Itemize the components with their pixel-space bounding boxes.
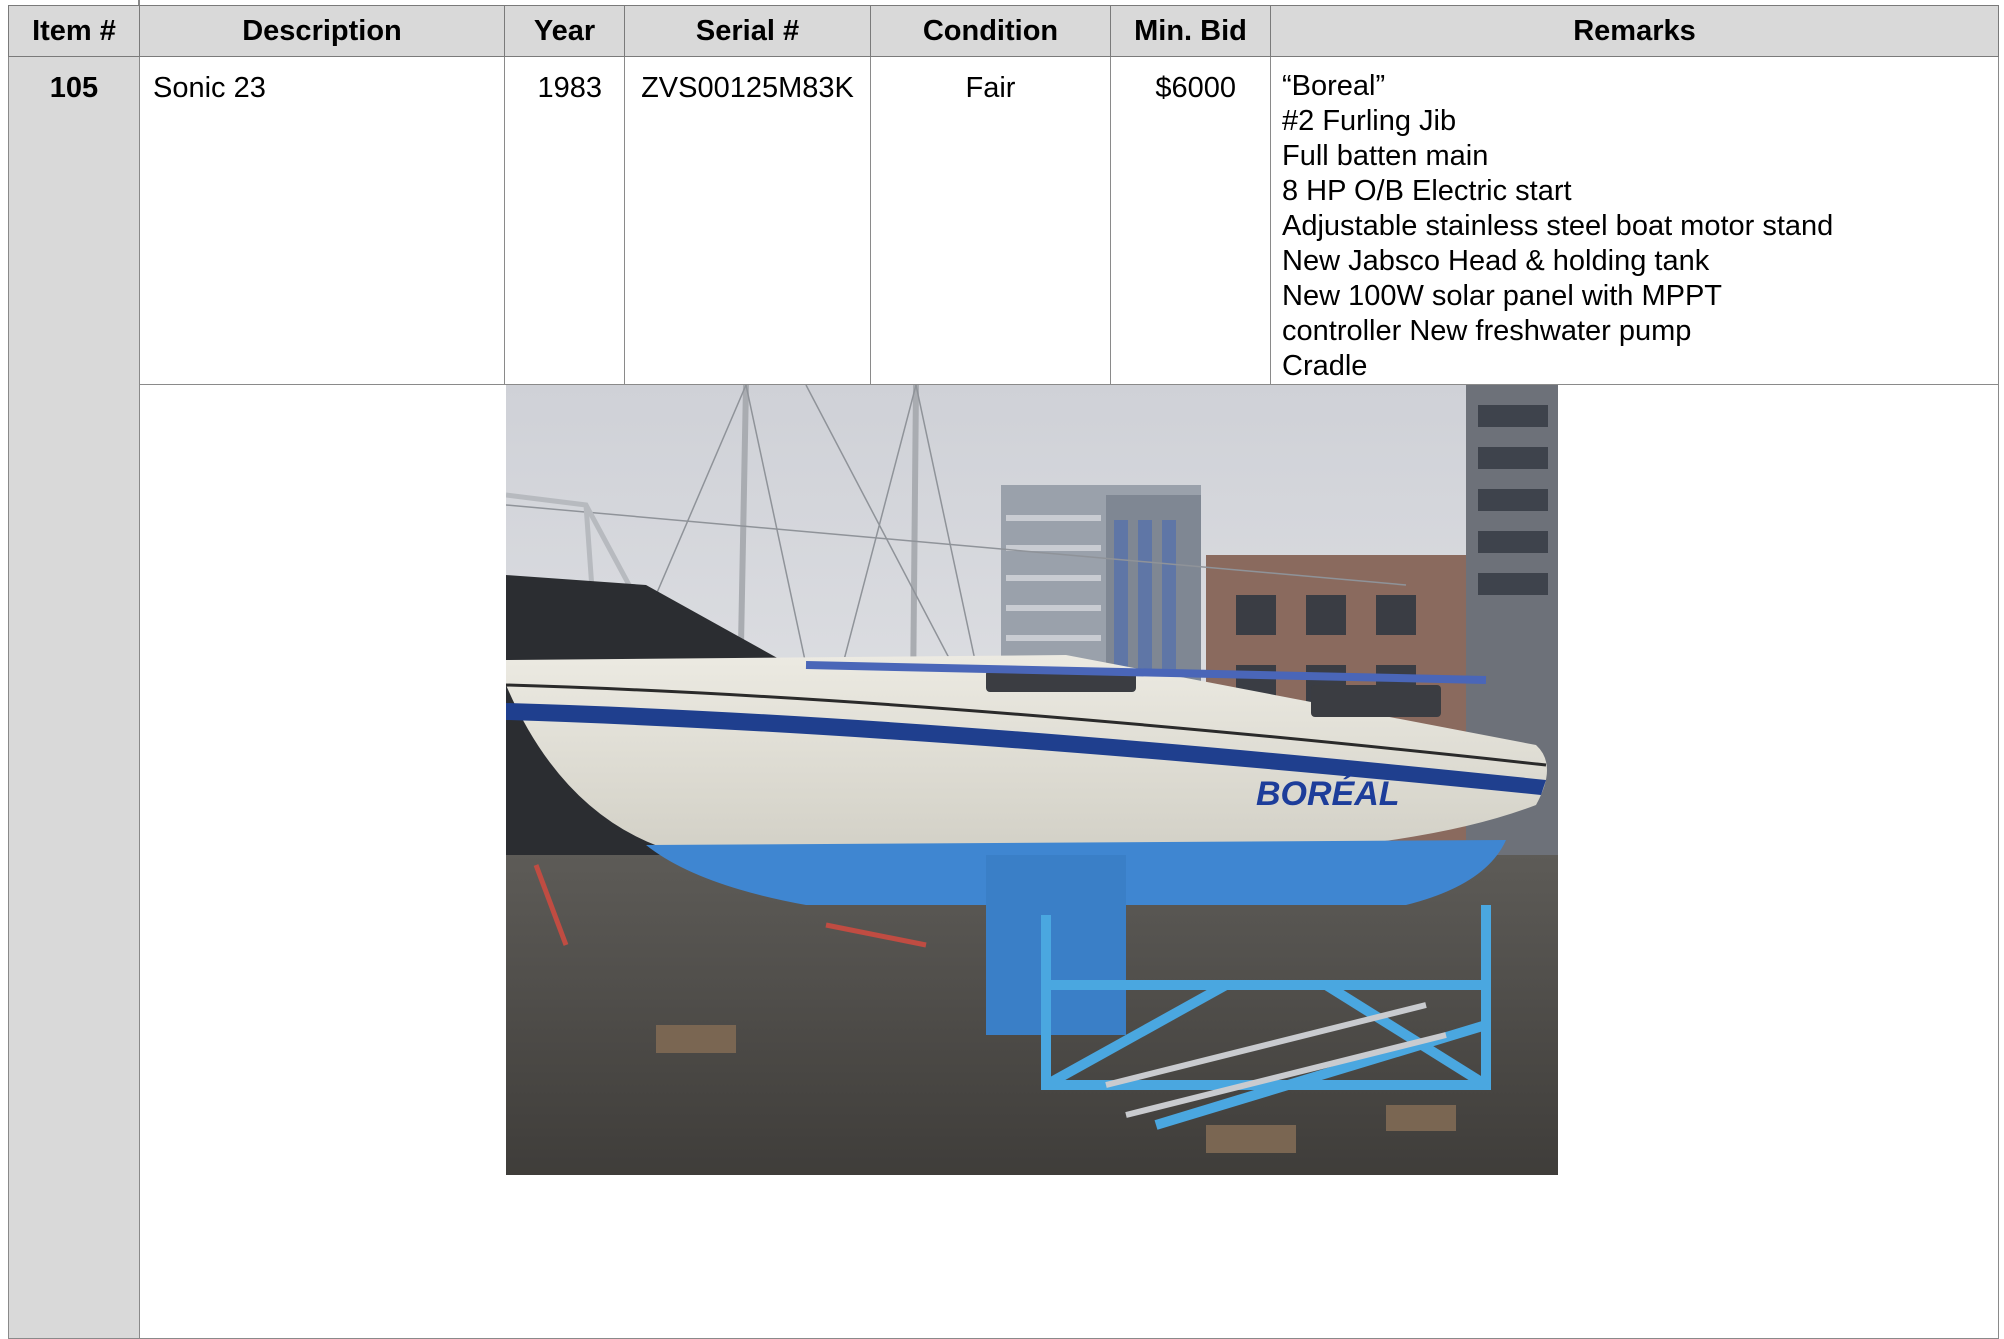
remarks-line-3: Full batten main	[1282, 140, 1489, 172]
remarks-cell: “Boreal” #2 Furling Jib Full batten main…	[1270, 56, 1999, 385]
header-row: Item # Description Year Serial # Conditi…	[8, 5, 1999, 57]
remarks-line-4: 8 HP O/B Electric start	[1282, 175, 1572, 207]
hull-name-text: BORÉAL	[1256, 775, 1400, 813]
remarks-line-6: New Jabsco Head & holding tank	[1282, 245, 1710, 277]
item-number-cell: 105	[8, 56, 140, 1339]
year-text: 1983	[537, 72, 602, 104]
table-row: 105 Sonic 23 1983 ZVS00125M83K Fair $600…	[8, 56, 1999, 1339]
condition-text: Fair	[965, 72, 1016, 104]
header-condition: Condition	[870, 5, 1111, 57]
remarks-line-9: Cradle	[1282, 350, 1368, 382]
remarks-line-8: controller New freshwater pump	[1282, 315, 1692, 347]
serial-cell: ZVS00125M83K	[624, 56, 871, 385]
photo-row: BORÉAL	[9, 384, 1999, 1339]
condition-cell: Fair	[870, 56, 1111, 385]
remarks-line-5: Adjustable stainless steel boat motor st…	[1282, 210, 1834, 242]
auction-table: Item # Description Year Serial # Conditi…	[8, 5, 1999, 1339]
remarks-line-2: #2 Furling Jib	[1282, 105, 1457, 137]
remarks-line-7: New 100W solar panel with MPPT	[1282, 280, 1722, 312]
header-description: Description	[139, 5, 505, 57]
min-bid-cell: $6000	[1110, 56, 1271, 385]
year-cell: 1983	[504, 56, 625, 385]
document-page: Item # Description Year Serial # Conditi…	[0, 0, 2004, 1339]
remarks-line-1: “Boreal”	[1282, 70, 1386, 102]
header-min-bid: Min. Bid	[1110, 5, 1271, 57]
header-remarks: Remarks	[1270, 5, 1999, 57]
photo-cell: BORÉAL	[139, 384, 1999, 1339]
header-serial: Serial #	[624, 5, 871, 57]
boat-photo: BORÉAL	[506, 385, 1558, 1175]
serial-text: ZVS00125M83K	[641, 72, 854, 104]
description-cell: Sonic 23	[139, 56, 505, 385]
description-text: Sonic 23	[153, 72, 266, 104]
header-item: Item #	[8, 5, 140, 57]
header-year: Year	[504, 5, 625, 57]
min-bid-text: $6000	[1155, 72, 1236, 104]
item-number: 105	[49, 72, 99, 104]
